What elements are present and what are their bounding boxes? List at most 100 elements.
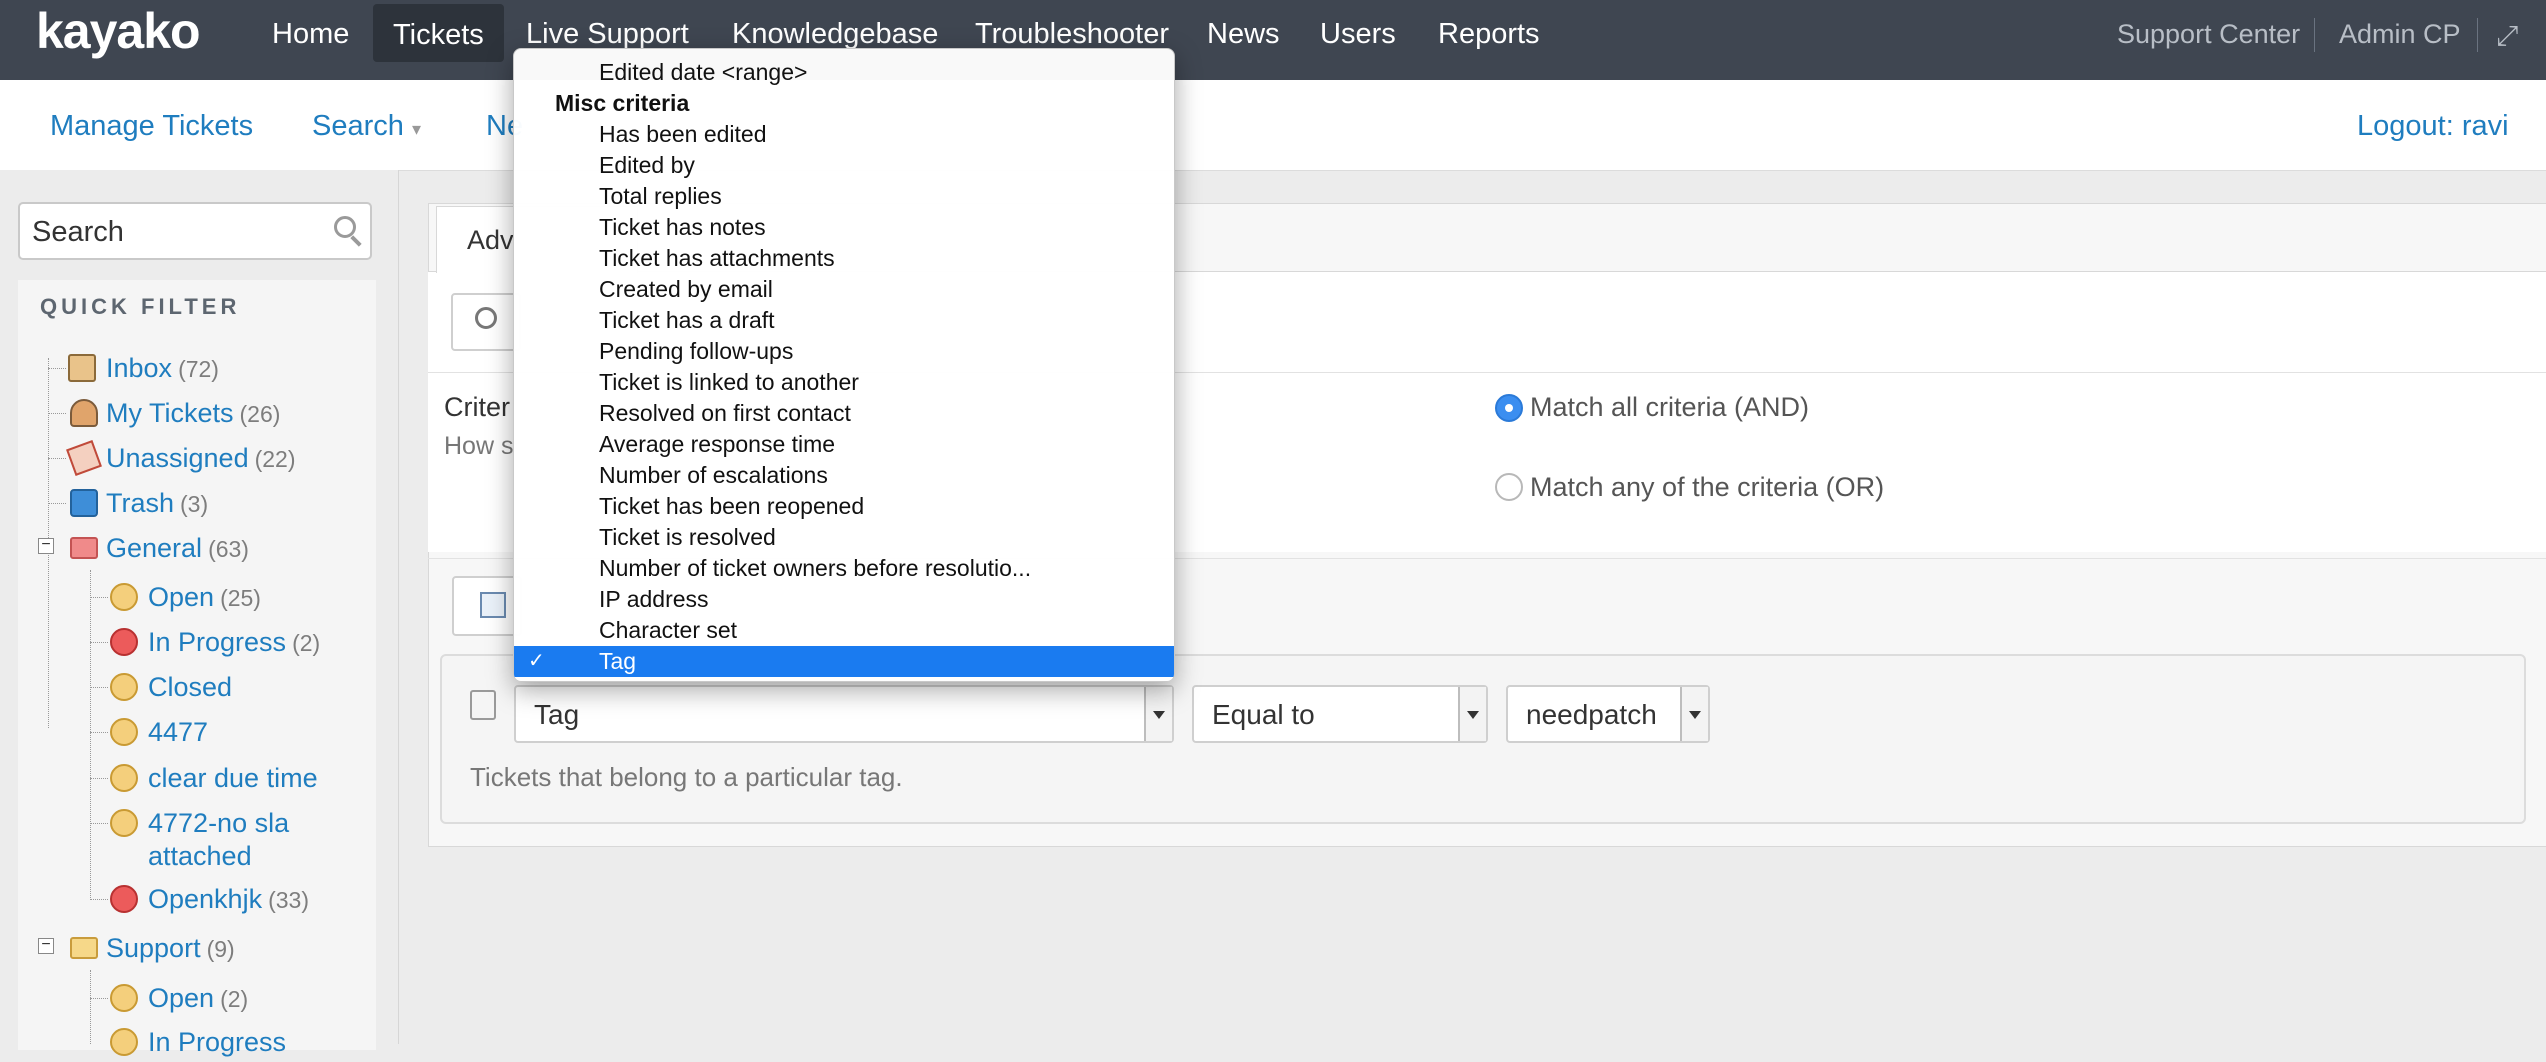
sidebar-item-count: (9) — [206, 936, 235, 962]
chevron-down-icon — [1458, 687, 1486, 741]
chevron-down-icon — [1144, 687, 1172, 741]
search-placeholder: Search — [32, 216, 124, 248]
kayako-logo[interactable]: kayako — [36, 2, 201, 60]
sidebar-item-label: Openkhjk — [148, 884, 263, 914]
tree-line — [48, 458, 66, 459]
sidebar-item-count: (22) — [254, 446, 296, 472]
menu-item[interactable]: Ticket has a draft — [514, 305, 1174, 336]
sidebar-item-count: (33) — [268, 887, 309, 913]
menu-item[interactable]: Created by email — [514, 274, 1174, 305]
tree-line — [90, 732, 108, 733]
logout-link[interactable]: Logout: ravi — [2357, 110, 2509, 143]
search-button[interactable] — [451, 293, 521, 351]
menu-item[interactable]: Average response time — [514, 429, 1174, 460]
menu-item[interactable]: Ticket has been reopened — [514, 491, 1174, 522]
menu-item[interactable]: Ticket is linked to another — [514, 367, 1174, 398]
search-menu[interactable]: Search ▾ — [312, 110, 421, 143]
menu-item-selected-tag[interactable]: ✓ Tag — [514, 646, 1174, 677]
tree-line — [48, 503, 66, 504]
sidebar-item-openkhjk[interactable]: Openkhjk (33) — [110, 879, 309, 919]
nav-support-center[interactable]: Support Center — [2117, 0, 2300, 68]
chevron-down-icon — [1680, 687, 1708, 741]
value-select[interactable]: needpatch — [1506, 685, 1710, 743]
collapse-general-icon[interactable]: − — [38, 537, 54, 554]
sidebar-item-trash[interactable]: Trash (3) — [68, 483, 208, 523]
nav-tickets[interactable]: Tickets — [373, 4, 504, 62]
sidebar-item-my-tickets[interactable]: My Tickets (26) — [68, 393, 280, 433]
menu-item[interactable]: Has been edited — [514, 119, 1174, 150]
sidebar-item-closed[interactable]: Closed — [110, 667, 232, 707]
sidebar-item-label-line2: attached — [148, 841, 252, 871]
nav-home[interactable]: Home — [252, 0, 369, 62]
sidebar-item-count: (3) — [180, 491, 209, 517]
tree-line — [90, 970, 91, 1044]
sidebar-item-count: (2) — [292, 630, 321, 656]
sidebar-item-count: (63) — [208, 536, 249, 562]
trash-icon — [70, 489, 98, 517]
caret-down-icon: ▾ — [411, 119, 421, 139]
sidebar-item-label: In Progress — [148, 627, 287, 657]
delete-criteria-icon[interactable] — [470, 690, 496, 720]
sidebar-item-inbox[interactable]: Inbox (72) — [68, 348, 219, 388]
status-yellow-icon — [110, 984, 138, 1012]
status-yellow-icon — [110, 764, 138, 792]
sidebar-item-unassigned[interactable]: Unassigned (22) — [66, 438, 296, 478]
field-select[interactable]: Tag — [514, 685, 1174, 743]
match-all-radio[interactable] — [1495, 394, 1523, 422]
menu-item[interactable]: Pending follow-ups — [514, 336, 1174, 367]
criteria-heading: Criter — [444, 392, 510, 422]
sidebar-item-support-open[interactable]: Open (2) — [110, 978, 248, 1018]
folder-icon — [70, 937, 98, 959]
sidebar-item-count: (25) — [220, 585, 261, 611]
tree-line — [90, 642, 108, 643]
operator-select-value: Equal to — [1212, 699, 1315, 730]
sidebar-item-general[interactable]: General (63) — [68, 528, 249, 568]
status-yellow-icon — [110, 718, 138, 746]
menu-item[interactable]: IP address — [514, 584, 1174, 615]
sidebar-item-label: Open — [148, 983, 215, 1013]
menu-item[interactable]: Edited by — [514, 150, 1174, 181]
menu-item[interactable]: Ticket is resolved — [514, 522, 1174, 553]
criteria-subheading: How s — [444, 432, 514, 460]
sidebar-item-label: General — [106, 533, 203, 563]
sidebar-item-label: In Progress — [148, 1027, 287, 1057]
manage-tickets-link[interactable]: Manage Tickets — [50, 110, 253, 143]
menu-item[interactable]: Ticket has notes — [514, 212, 1174, 243]
tree-line — [90, 778, 108, 779]
search-icon[interactable] — [334, 216, 356, 238]
sidebar-item-support[interactable]: Support (9) — [68, 928, 235, 968]
tree-line — [90, 998, 108, 999]
sidebar: Search QUICK FILTER Inbox (72) My Tickets… — [0, 170, 399, 1057]
tree-line — [90, 597, 108, 598]
sub-navigation: Manage Tickets Search ▾ Ne Logout: ravi — [0, 80, 2546, 171]
match-all-label[interactable]: Match all criteria (AND) — [1530, 392, 1809, 423]
menu-item[interactable]: Ticket has attachments — [514, 243, 1174, 274]
user-icon — [70, 399, 98, 427]
search-input[interactable]: Search — [18, 202, 372, 260]
sidebar-item-label: Open — [148, 582, 215, 612]
tree-line — [48, 413, 66, 414]
nav-news[interactable]: News — [1187, 0, 1300, 62]
match-any-radio[interactable] — [1495, 473, 1523, 501]
sidebar-item-in-progress[interactable]: In Progress (2) — [110, 622, 320, 662]
menu-item[interactable]: Character set — [514, 615, 1174, 646]
sidebar-item-label: Closed — [148, 672, 233, 702]
operator-select[interactable]: Equal to — [1192, 685, 1488, 743]
nav-users[interactable]: Users — [1300, 0, 1416, 62]
add-criteria-button[interactable] — [452, 576, 522, 636]
popout-icon[interactable]: ⤢ — [2496, 20, 2524, 51]
sidebar-item-4477[interactable]: 4477 — [110, 712, 208, 752]
menu-item[interactable]: Total replies — [514, 181, 1174, 212]
menu-item[interactable]: Number of ticket owners before resolutio… — [514, 553, 1174, 584]
menu-item-edited-date-range[interactable]: Edited date <range> — [514, 57, 1174, 88]
sidebar-item-clear-due-time[interactable]: clear due time — [110, 758, 318, 798]
menu-item[interactable]: Number of escalations — [514, 460, 1174, 491]
nav-reports[interactable]: Reports — [1418, 0, 1560, 62]
nav-admin-cp[interactable]: Admin CP — [2339, 0, 2461, 68]
collapse-support-icon[interactable]: − — [38, 937, 54, 954]
match-any-label[interactable]: Match any of the criteria (OR) — [1530, 472, 1884, 503]
menu-item[interactable]: Resolved on first contact — [514, 398, 1174, 429]
sidebar-item-support-in-progress[interactable]: In Progress — [110, 1022, 286, 1062]
tab-label: Adv — [467, 225, 514, 255]
sidebar-item-open[interactable]: Open (25) — [110, 577, 261, 617]
